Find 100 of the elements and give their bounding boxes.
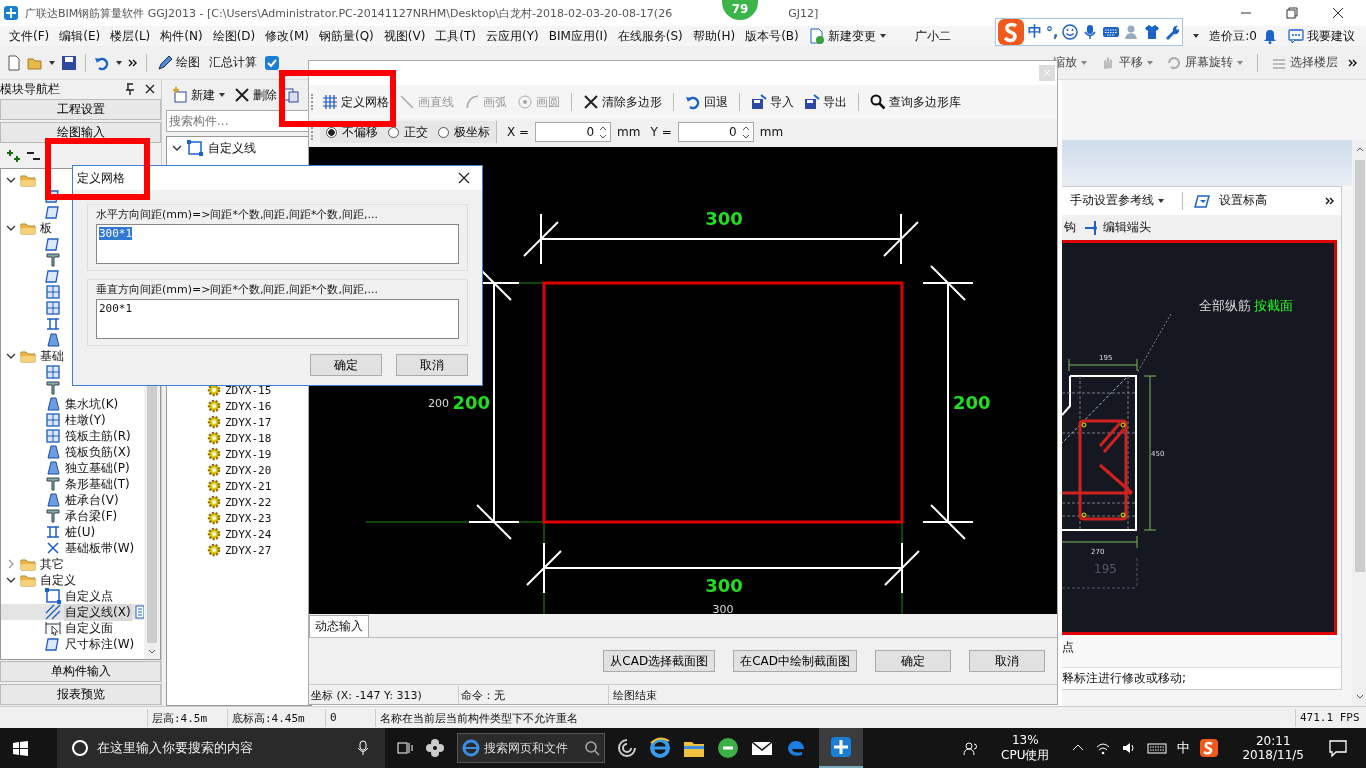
number-field[interactable]: 0	[677, 122, 754, 142]
toolbar-button[interactable]: 清除多边形	[581, 92, 664, 112]
toolbar-button[interactable]: 屏幕旋转	[1164, 53, 1246, 72]
toolbar-button[interactable]: 设置标高	[1192, 191, 1269, 211]
tab[interactable]: 点	[1062, 635, 1076, 660]
dialog-button[interactable]: 从CAD选择截面图	[603, 650, 716, 672]
tree-item[interactable]: ZDYX-20	[225, 463, 272, 477]
hint-text: 释标注进行修改或移动;	[1062, 667, 1341, 689]
tree-item[interactable]: ZDYX-27	[225, 543, 272, 557]
toolbar-button[interactable]: 新建	[170, 85, 228, 105]
tree-item[interactable]: ZDYX-23	[225, 511, 272, 525]
toolbar-button[interactable]: 选择楼层	[1269, 53, 1340, 72]
menu-item[interactable]: 修改(M)	[260, 27, 314, 45]
dimension-label: 300	[712, 603, 734, 614]
tree-item[interactable]: 自定义面	[64, 619, 114, 637]
menu-item[interactable]: 工具(T)	[430, 27, 482, 45]
tree-item[interactable]: 桩(U)	[64, 523, 97, 541]
assistant-menu[interactable]: 广小二	[909, 27, 956, 45]
tree-item[interactable]: 自定义点	[64, 587, 114, 605]
toolbar-button[interactable]: 汇总计算	[207, 53, 259, 72]
menu-item[interactable]: 帮助(H)	[687, 27, 741, 45]
tree-item[interactable]: ZDYX-22	[225, 495, 272, 509]
annotation-label: 全部纵筋	[1199, 298, 1251, 314]
tree-item[interactable]: 其它	[39, 555, 65, 573]
tree-item[interactable]: 基础	[39, 347, 65, 365]
menu-item[interactable]: 钢筋量(Q)	[313, 27, 379, 45]
tree-item[interactable]: ZDYX-17	[225, 415, 272, 429]
tree-item[interactable]: ZDYX-15	[225, 383, 272, 397]
toolbar-button[interactable]: 绘图	[155, 53, 202, 72]
toolbar-button[interactable]: 导入	[749, 92, 796, 112]
tree-item[interactable]: 柱墩(Y)	[64, 411, 107, 429]
radio-option[interactable]: 正交	[388, 123, 428, 141]
tree-item[interactable]: 自定义	[39, 571, 77, 589]
menu-item[interactable]: 构件(N)	[155, 27, 208, 45]
status-text: 名称在当前层当前构件类型下不允许重名	[376, 708, 1296, 727]
dialog-button[interactable]: 取消	[396, 354, 468, 376]
toolbar-button[interactable]: 平移	[1098, 53, 1156, 72]
toolbar-button[interactable]: 编辑端头	[1082, 218, 1153, 238]
dialog-button[interactable]: 在CAD中绘制截面图	[733, 650, 857, 672]
radio-option[interactable]: 极坐标	[438, 123, 490, 141]
search-field[interactable]: 在这里输入你要搜索的内容	[57, 728, 385, 768]
tree-item[interactable]: 承台梁(F)	[64, 507, 119, 525]
section-button[interactable]: 报表预览	[0, 684, 161, 705]
status-text: 绘图结束	[612, 687, 658, 704]
tree-item[interactable]: 筏板主筋(R)	[64, 427, 132, 445]
menu-item[interactable]: 楼层(L)	[105, 27, 156, 45]
tree-item[interactable]: 条形基础(T)	[64, 475, 131, 493]
menu-item[interactable]: 编辑(E)	[54, 27, 106, 45]
toolbar-button[interactable]: 钩	[1062, 218, 1078, 238]
menu-item[interactable]: BIM应用(I)	[543, 27, 613, 45]
section-button[interactable]: 单构件输入	[0, 661, 161, 682]
toolbar-button[interactable]: 删除	[232, 85, 279, 105]
dialog-button[interactable]: 确定	[310, 354, 382, 376]
toolbar-button[interactable]: 导出	[802, 92, 849, 112]
text-area[interactable]: 200*1	[96, 299, 459, 339]
tree-item[interactable]: ZDYX-16	[225, 399, 272, 413]
tab[interactable]: 动态输入	[309, 615, 369, 637]
clock[interactable]: 20:11 2018/11/5	[1242, 734, 1304, 762]
menu-item[interactable]: 云应用(Y)	[481, 27, 544, 45]
tree-item[interactable]: ZDYX-19	[225, 447, 272, 461]
suggest-link[interactable]: 我要建议	[1283, 27, 1360, 45]
status-text: 471.1 FPS	[1299, 709, 1361, 726]
tree-item[interactable]: 基础板带(W)	[64, 539, 136, 557]
status-text: 0	[326, 708, 376, 727]
dimension-label: 200	[428, 397, 449, 410]
number-field[interactable]: 0	[535, 122, 612, 142]
web-search-field[interactable]: 搜索网页和文件	[457, 733, 605, 763]
tree-item[interactable]: ZDYX-18	[225, 431, 272, 445]
tree-item[interactable]: 尺寸标注(W)	[64, 635, 136, 653]
punctuation-toggle[interactable]: °,	[1046, 24, 1059, 40]
tree-item[interactable]: 桩承台(V)	[64, 491, 120, 509]
dialog-button[interactable]: 取消	[969, 650, 1045, 672]
tree-item[interactable]: 集水坑(K)	[64, 395, 120, 413]
toolbar-button[interactable]: 查询多边形库	[868, 92, 963, 112]
menu-item[interactable]: 文件(F)	[4, 27, 55, 45]
tree-item[interactable]: 板	[39, 219, 53, 237]
toolbar-button[interactable]: 回退	[683, 92, 730, 112]
new-change-menu[interactable]: 新建变更	[803, 27, 892, 45]
tree-item[interactable]: ZDYX-24	[225, 527, 272, 541]
toolbar-button[interactable]: 定义网格	[320, 92, 391, 112]
input-mode-indicator[interactable]: 中	[1177, 739, 1191, 757]
menu-item[interactable]: 在线服务(S)	[612, 27, 688, 45]
tree-item[interactable]: 自定义线	[207, 139, 257, 157]
tree-item[interactable]: 筏板负筋(X)	[64, 443, 132, 461]
tree-item[interactable]: 独立基础(P)	[64, 459, 131, 477]
menu-item[interactable]: 版本号(B)	[740, 27, 804, 45]
window-title: 广联达BIM钢筋算量软件 GGJ2013 - [C:\Users\Administrator.PC-20141127NRHM\Desktop\白龙村-2018-02-03-20-08-17(26	[25, 5, 673, 21]
input-mode-toggle[interactable]: 中	[1028, 23, 1042, 41]
toolbar-button[interactable]: 手动设置参考线	[1068, 191, 1173, 211]
dialog-button[interactable]: 确定	[875, 650, 951, 672]
panel-title: 模块导航栏	[0, 80, 60, 98]
menu-item[interactable]: 绘图(D)	[207, 27, 261, 45]
text-area[interactable]: 300*1	[96, 224, 459, 264]
radio-option[interactable]: 不偏移	[326, 123, 378, 141]
section-button[interactable]: 工程设置	[0, 99, 161, 120]
tree-item[interactable]: 自定义线(X)	[64, 603, 132, 621]
unit-label: mm	[759, 125, 784, 139]
tree-item[interactable]: ZDYX-21	[225, 479, 272, 493]
menu-item[interactable]: 视图(V)	[378, 27, 431, 45]
field-label: 垂直方向间距(mm)=>间距*个数,间距,间距*个数,间距,...	[96, 282, 379, 297]
